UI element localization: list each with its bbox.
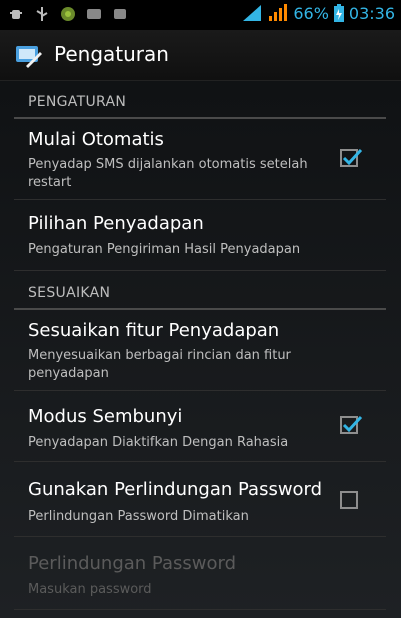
bbm-icon [87, 9, 101, 19]
clock: 03:36 [348, 3, 395, 23]
battery-percent: 66% [293, 3, 329, 23]
pref-title: Pilihan Penyadapan [28, 213, 204, 234]
pref-pilihan-penyadapan[interactable]: Pilihan Penyadapan Pengaturan Pengiriman… [14, 200, 386, 271]
usb-icon [36, 7, 48, 21]
pref-modus-sembunyi[interactable]: Modus Sembunyi Penyadapan Diaktifkan Den… [14, 391, 386, 462]
notification-icon [114, 9, 126, 19]
pref-title: Sesuaikan fitur Penyadapan [28, 320, 280, 341]
usb-debug-icon [10, 10, 22, 19]
android-icon [61, 7, 75, 21]
category-header-sesuaikan: SESUAIKAN [14, 276, 386, 310]
notification-icons [8, 6, 128, 22]
pref-title: Perlindungan Password [28, 553, 237, 574]
pref-mulai-otomatis[interactable]: Mulai Otomatis Penyadap SMS dijalankan o… [14, 119, 386, 200]
checkmark-icon [342, 148, 363, 166]
settings-app-icon[interactable] [14, 42, 42, 70]
pref-sesuaikan-fitur[interactable]: Sesuaikan fitur Penyadapan Menyesuaikan … [14, 310, 386, 391]
pref-summary: Penyadapan Diaktifkan Dengan Rahasia [28, 435, 289, 450]
action-bar: Pengaturan [0, 30, 401, 81]
pref-summary: Masukan password [28, 582, 152, 597]
battery-charging-icon [333, 4, 344, 22]
mulai-otomatis-checkbox[interactable] [340, 148, 363, 167]
pref-summary: Menyesuaikan berbagai rincian dan fitur … [28, 348, 291, 381]
pref-gunakan-perlindungan-password[interactable]: Gunakan Perlindungan Password Perlindung… [14, 462, 386, 537]
category-header-pengaturan: PENGATURAN [14, 85, 386, 119]
page-title: Pengaturan [54, 42, 169, 66]
gunakan-perlindungan-password-checkbox[interactable] [340, 491, 358, 509]
pref-summary: Perlindungan Password Dimatikan [28, 509, 249, 524]
wifi-signal-icon [243, 5, 262, 21]
preference-list: PENGATURAN Mulai Otomatis Penyadap SMS d… [0, 81, 401, 618]
pref-title: Modus Sembunyi [28, 406, 183, 427]
status-bar: 66% 03:36 [0, 0, 401, 30]
pref-perlindungan-password: Perlindungan Password Masukan password [14, 537, 386, 610]
pref-summary: Penyadap SMS dijalankan otomatis setelah… [28, 157, 308, 190]
category-label: SESUAIKAN [28, 285, 111, 301]
category-label: PENGATURAN [28, 94, 127, 110]
checkmark-icon [342, 415, 363, 433]
system-icons: 66% 03:36 [241, 3, 395, 23]
cell-signal-icon [269, 4, 288, 21]
modus-sembunyi-checkbox[interactable] [340, 415, 363, 434]
pref-title: Mulai Otomatis [28, 129, 164, 150]
pref-summary: Pengaturan Pengiriman Hasil Penyadapan [28, 242, 301, 257]
pref-title: Gunakan Perlindungan Password [28, 479, 323, 500]
